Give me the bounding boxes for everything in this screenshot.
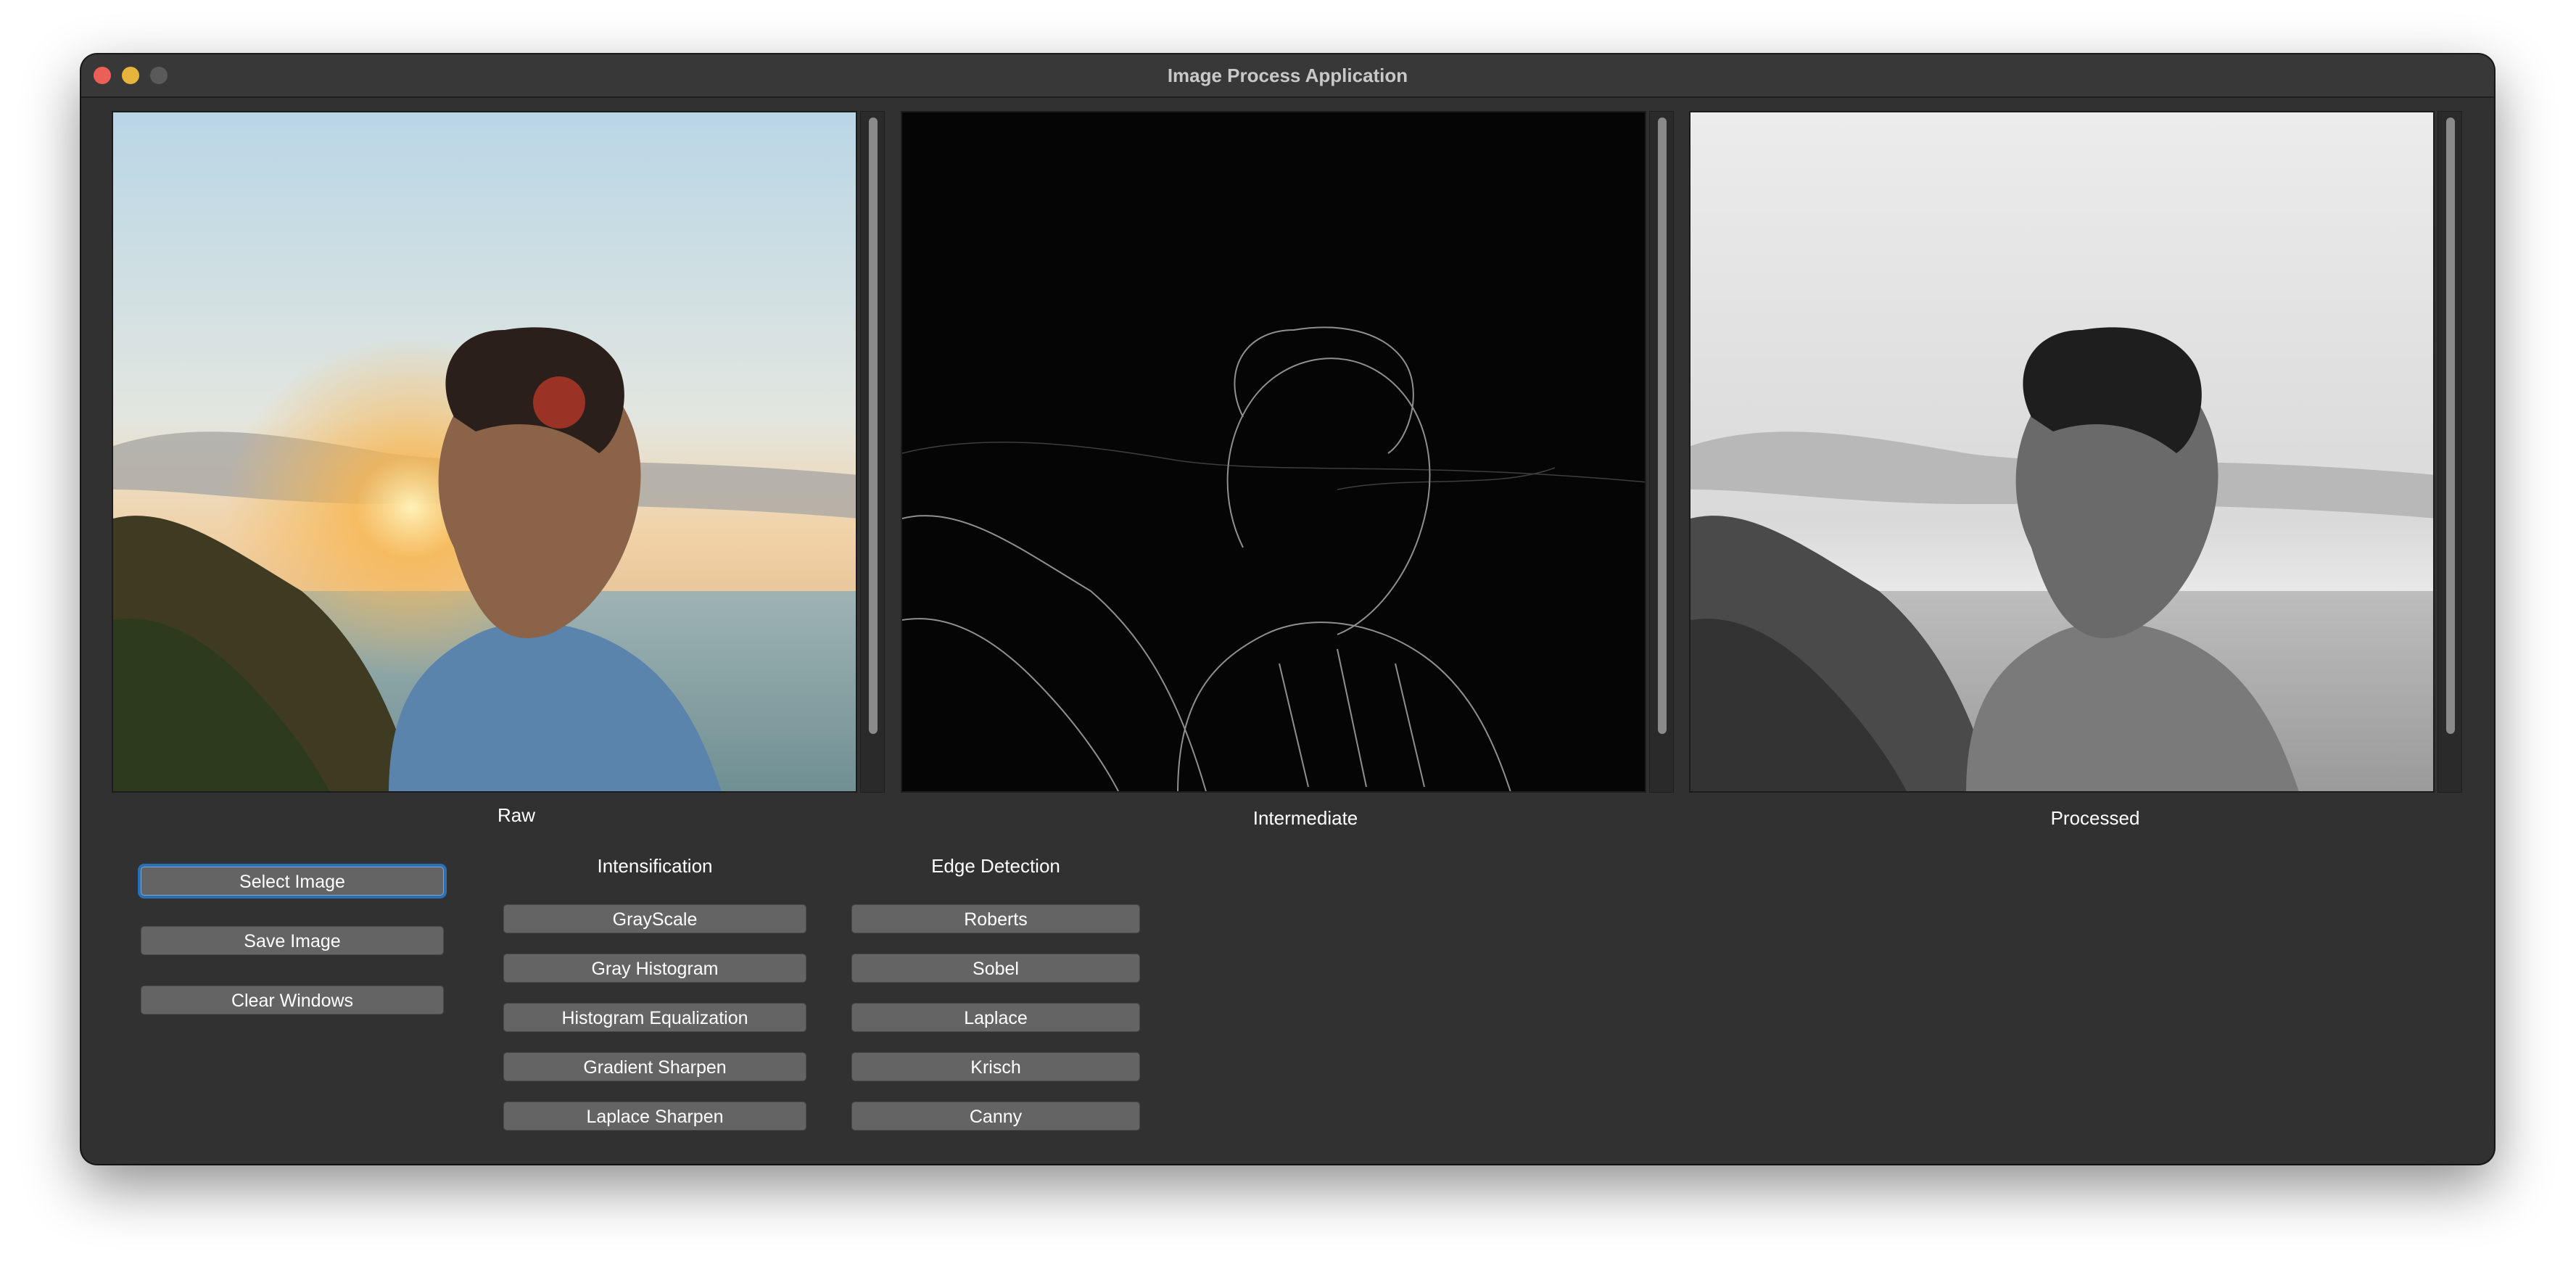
edge-detection-label: Edge Detection [931,855,1060,877]
processed-scrollbar[interactable] [2437,111,2462,793]
histogram-equalization-button[interactable]: Histogram Equalization [503,1003,806,1032]
processed-scroll-thumb[interactable] [2446,117,2455,734]
raw-scrollbar[interactable] [860,111,885,793]
laplace-sharpen-button[interactable]: Laplace Sharpen [503,1102,806,1131]
intermediate-panel [901,111,1674,793]
intermediate-scroll-thumb[interactable] [1658,117,1667,734]
raw-scroll-thumb[interactable] [869,117,878,734]
intermediate-caption: Intermediate [1252,807,1358,829]
gradient-sharpen-button[interactable]: Gradient Sharpen [503,1052,806,1081]
intermediate-image-view [901,111,1646,793]
gray-histogram-button[interactable]: Gray Histogram [503,954,806,983]
roberts-button[interactable]: Roberts [851,904,1140,933]
window-title: Image Process Application [1167,65,1408,86]
intermediate-scrollbar[interactable] [1649,111,1674,793]
canny-button[interactable]: Canny [851,1102,1140,1131]
title-bar[interactable]: Image Process Application [81,54,2494,98]
select-image-button[interactable]: Select Image [141,867,444,896]
processed-panel [1689,111,2462,793]
sobel-button[interactable]: Sobel [851,954,1140,983]
raw-image [113,112,856,791]
grayscale-button[interactable]: GrayScale [503,904,806,933]
processed-caption: Processed [2050,807,2140,829]
clear-windows-button[interactable]: Clear Windows [141,986,444,1015]
laplace-button[interactable]: Laplace [851,1003,1140,1032]
intensification-label: Intensification [597,855,713,877]
save-image-button[interactable]: Save Image [141,926,444,955]
raw-image-view [112,111,857,793]
krisch-button[interactable]: Krisch [851,1052,1140,1081]
app-window: Image Process Application Raw Intermedia… [81,54,2494,1164]
intermediate-image [902,112,1645,791]
processed-image-view [1689,111,2435,793]
raw-caption: Raw [497,804,535,826]
raw-panel [112,111,885,793]
processed-image [1690,112,2433,791]
